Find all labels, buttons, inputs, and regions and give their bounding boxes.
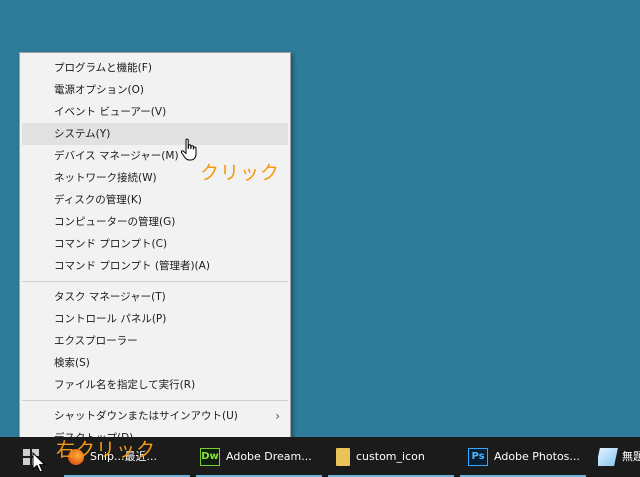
start-button[interactable]: [0, 437, 58, 477]
click-annotation: クリック: [200, 162, 281, 184]
hand-pointer-icon: [180, 138, 197, 161]
menu-item-system[interactable]: システム(Y): [22, 123, 288, 145]
right-click-annotation: 右クリック: [56, 439, 157, 461]
menu-item-control-panel[interactable]: コントロール パネル(P): [20, 308, 290, 330]
menu-separator: [22, 400, 288, 401]
menu-item-command-prompt[interactable]: コマンド プロンプト(C): [20, 233, 290, 255]
menu-item-search[interactable]: 検索(S): [20, 352, 290, 374]
notepad-icon: [598, 448, 618, 466]
menu-item-computer-management[interactable]: コンピューターの管理(G): [20, 211, 290, 233]
menu-separator: [22, 281, 288, 282]
menu-item-run[interactable]: ファイル名を指定して実行(R): [20, 374, 290, 396]
menu-item-shutdown-signout[interactable]: シャットダウンまたはサインアウト(U) ›: [20, 405, 290, 427]
taskbar-item-label: 無題: [622, 450, 640, 463]
dreamweaver-icon: Dw: [200, 448, 220, 466]
taskbar-item-label: Adobe Photos...: [494, 450, 580, 463]
menu-item-event-viewer[interactable]: イベント ビューアー(V): [20, 101, 290, 123]
menu-item-task-manager[interactable]: タスク マネージャー(T): [20, 286, 290, 308]
taskbar-item-label: custom_icon: [356, 450, 425, 463]
chevron-right-icon: ›: [275, 409, 280, 423]
photoshop-icon: Ps: [468, 448, 488, 466]
menu-item-command-prompt-admin[interactable]: コマンド プロンプト (管理者)(A): [20, 255, 290, 277]
taskbar-item-photoshop[interactable]: Ps Adobe Photos...: [468, 437, 590, 477]
menu-item-disk-management[interactable]: ディスクの管理(K): [20, 189, 290, 211]
taskbar-item-dreamweaver[interactable]: Dw Adobe Dream...: [200, 437, 328, 477]
taskbar-item-custom-icon-folder[interactable]: custom_icon: [336, 437, 456, 477]
menu-item-programs-features[interactable]: プログラムと機能(F): [20, 57, 290, 79]
menu-item-explorer[interactable]: エクスプローラー: [20, 330, 290, 352]
folder-icon: [336, 448, 350, 466]
mouse-pointer-icon: [32, 452, 46, 473]
taskbar-item-notepad[interactable]: 無題: [598, 437, 640, 477]
menu-item-label: シャットダウンまたはサインアウト(U): [54, 410, 238, 422]
taskbar-item-label: Adobe Dream...: [226, 450, 312, 463]
menu-item-power-options[interactable]: 電源オプション(O): [20, 79, 290, 101]
winx-context-menu: プログラムと機能(F) 電源オプション(O) イベント ビューアー(V) システ…: [19, 52, 291, 450]
